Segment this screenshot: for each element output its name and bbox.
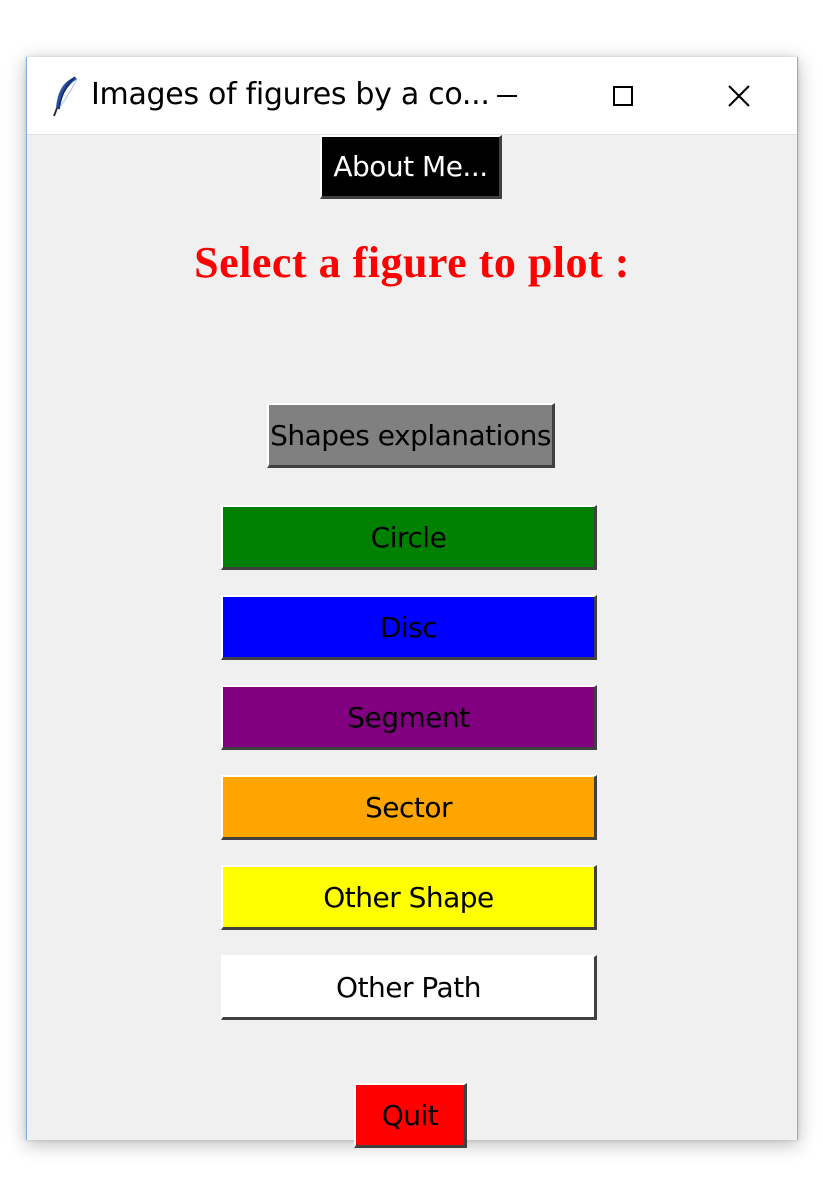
page-heading: Select a figure to plot : (194, 238, 630, 287)
about-me-button[interactable]: About Me... (320, 135, 502, 199)
maximize-icon (613, 85, 633, 106)
minimize-button[interactable] (449, 57, 565, 134)
other-path-button[interactable]: Other Path (221, 955, 597, 1020)
app-window: Images of figures by a co... About Me...… (26, 57, 798, 1148)
segment-button[interactable]: Segment (221, 685, 597, 750)
quit-button[interactable]: Quit (354, 1083, 467, 1148)
title-bar[interactable]: Images of figures by a co... (27, 57, 797, 135)
maximize-button[interactable] (565, 57, 681, 134)
feather-icon (53, 76, 78, 117)
circle-button[interactable]: Circle (221, 505, 597, 570)
minimize-icon (497, 94, 517, 97)
close-button[interactable] (681, 57, 797, 134)
window-content: About Me... Select a figure to plot : Sh… (27, 135, 797, 1148)
close-icon (728, 84, 750, 107)
shapes-explanations-button[interactable]: Shapes explanations (267, 403, 555, 468)
window-title: Images of figures by a co... (91, 77, 490, 112)
sector-button[interactable]: Sector (221, 775, 597, 840)
other-shape-button[interactable]: Other Shape (221, 865, 597, 930)
disc-button[interactable]: Disc (221, 595, 597, 660)
